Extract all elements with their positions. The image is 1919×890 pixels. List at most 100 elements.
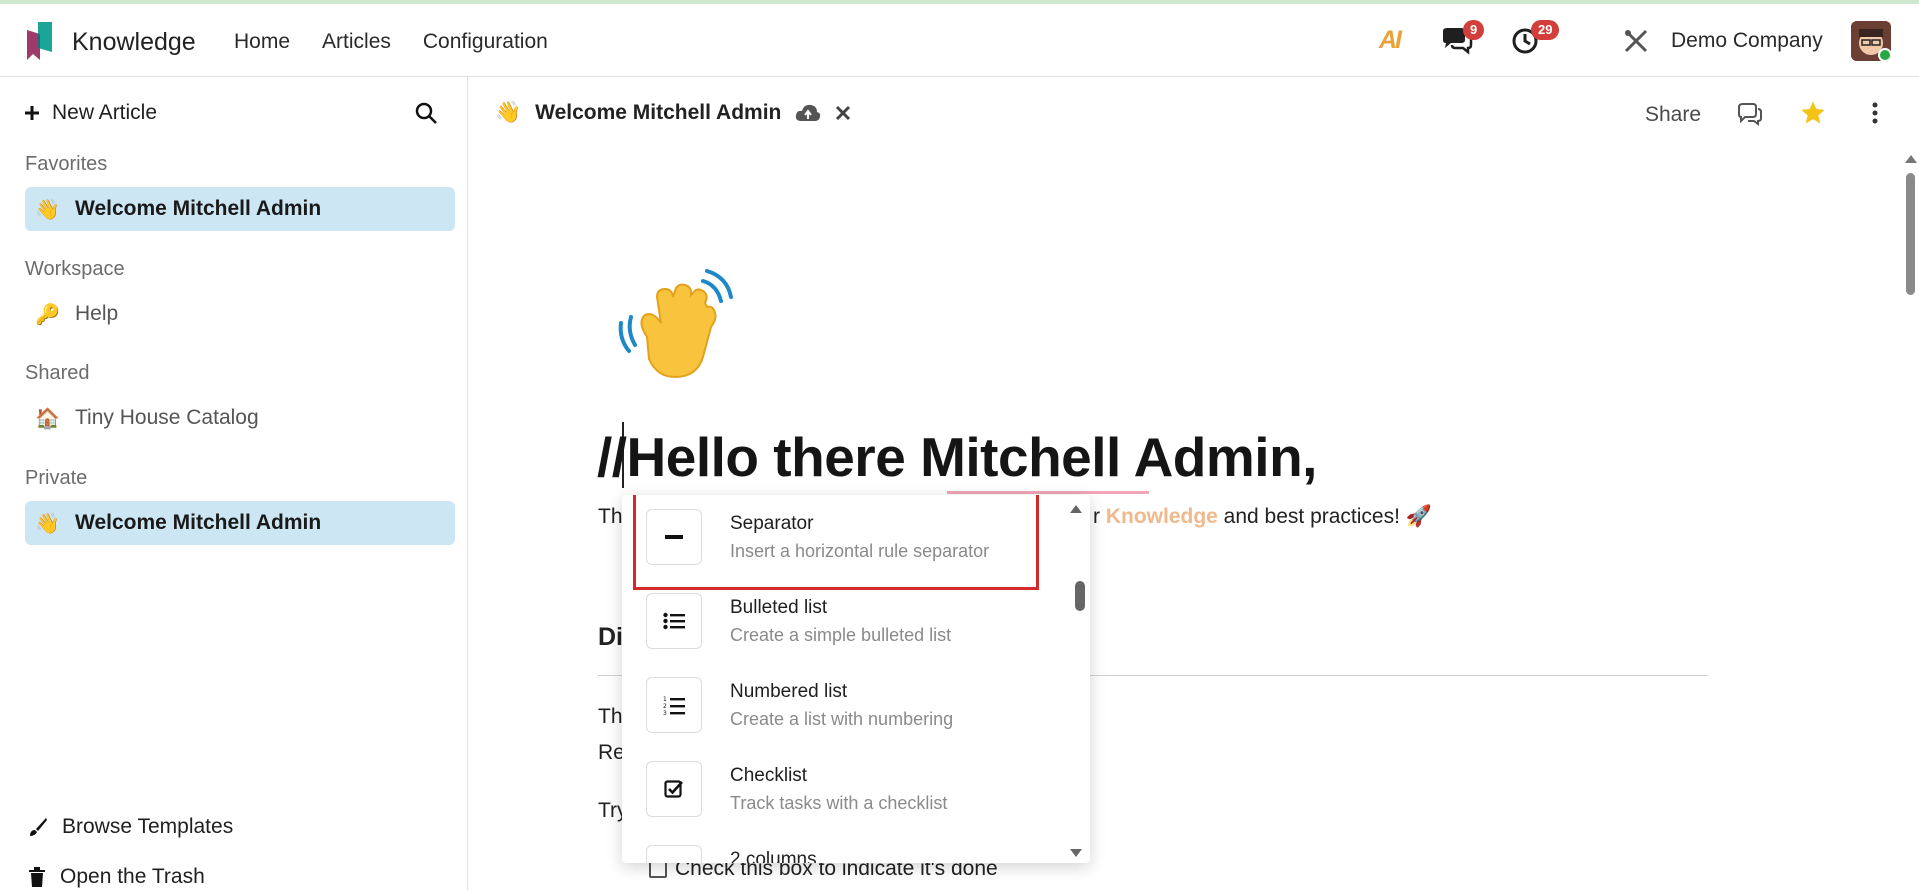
command-description: Insert a horizontal rule separator bbox=[730, 541, 990, 561]
cloud-upload-icon[interactable] bbox=[795, 103, 821, 123]
palette-scroll-down-arrow[interactable] bbox=[1070, 849, 1082, 857]
sidebar-item-tiny-house-catalog[interactable]: 🏠 Tiny House Catalog bbox=[25, 396, 455, 440]
sidebar-item-label: Welcome Mitchell Admin bbox=[75, 197, 322, 220]
palette-scrollbar-thumb[interactable] bbox=[1075, 581, 1085, 611]
user-avatar bbox=[1851, 20, 1891, 61]
command-bulleted-list[interactable]: Bulleted list Create a simple bulleted l… bbox=[646, 583, 1056, 667]
breadcrumb: 👋 Welcome Mitchell Admin bbox=[495, 101, 851, 125]
knowledge-logo-icon bbox=[27, 22, 52, 60]
breadcrumb-emoji-icon[interactable]: 👋 bbox=[495, 101, 521, 125]
separator-icon bbox=[646, 509, 702, 565]
activities-badge: 29 bbox=[1531, 20, 1560, 40]
top-navbar: Knowledge Home Articles Configuration AI… bbox=[0, 4, 1919, 77]
breadcrumb-title[interactable]: Welcome Mitchell Admin bbox=[535, 101, 781, 125]
sidebar-search-button[interactable] bbox=[414, 101, 438, 130]
open-trash-label: Open the Trash bbox=[60, 865, 205, 888]
kebab-menu-icon bbox=[1872, 102, 1878, 124]
command-description: Track tasks with a checklist bbox=[730, 793, 948, 813]
numbered-list-icon: 123 bbox=[646, 677, 702, 733]
section-favorites: Favorites bbox=[25, 153, 108, 175]
more-options-button[interactable] bbox=[1871, 101, 1879, 130]
messages-button[interactable]: 9 bbox=[1441, 4, 1485, 77]
intro-suffix: and best practices! 🚀 bbox=[1217, 505, 1432, 528]
share-button[interactable]: Share bbox=[1645, 103, 1701, 127]
debug-tools-button[interactable] bbox=[1623, 4, 1649, 77]
app-name: Knowledge bbox=[72, 27, 196, 56]
article-title[interactable]: //Hello there Mitchell Admin, bbox=[597, 425, 1317, 489]
plus-icon bbox=[25, 106, 39, 120]
columns-icon bbox=[646, 845, 702, 863]
company-name: Demo Company bbox=[1671, 28, 1823, 52]
article-cover-emoji-icon[interactable] bbox=[617, 267, 737, 392]
command-numbered-list[interactable]: 123 Numbered list Create a list with num… bbox=[646, 667, 1056, 751]
command-description: Create a list with numbering bbox=[730, 709, 954, 729]
scrollbar-up-arrow[interactable] bbox=[1905, 155, 1917, 163]
ai-icon: AI bbox=[1379, 26, 1402, 54]
favorite-star-button[interactable] bbox=[1799, 99, 1827, 132]
messages-badge: 9 bbox=[1463, 20, 1485, 40]
open-trash-button[interactable]: Open the Trash bbox=[28, 865, 205, 889]
star-icon bbox=[1801, 101, 1825, 124]
sidebar-item-label: Help bbox=[75, 302, 119, 325]
key-icon: 🔑 bbox=[35, 303, 60, 326]
main-menu: Home Articles Configuration bbox=[234, 30, 548, 54]
command-checklist[interactable]: Checklist Track tasks with a checklist bbox=[646, 751, 1056, 835]
comments-icon bbox=[1738, 103, 1762, 126]
comments-button[interactable] bbox=[1737, 103, 1763, 132]
waving-hand-icon: 👋 bbox=[35, 512, 60, 535]
command-title: Separator bbox=[730, 513, 814, 534]
spellcheck-underline bbox=[947, 491, 1149, 494]
new-article-button[interactable]: New Article bbox=[24, 101, 157, 125]
command-description: Create a simple bulleted list bbox=[730, 625, 952, 645]
section-workspace: Workspace bbox=[25, 258, 125, 280]
close-icon[interactable] bbox=[835, 105, 851, 121]
waving-hand-icon: 👋 bbox=[35, 198, 60, 221]
new-article-label: New Article bbox=[52, 101, 158, 124]
paragraph-fragment-2[interactable]: Re bbox=[598, 741, 625, 765]
online-status-dot bbox=[1878, 47, 1891, 61]
intro-text-start[interactable]: Th bbox=[598, 505, 623, 529]
svg-text:2: 2 bbox=[663, 703, 667, 710]
bulleted-list-icon bbox=[646, 593, 702, 649]
command-2-columns[interactable]: 2 columns bbox=[646, 835, 1056, 863]
section-heading-fragment[interactable]: Di bbox=[598, 623, 623, 652]
sidebar-item-label: Tiny House Catalog bbox=[75, 406, 259, 429]
section-private: Private bbox=[25, 467, 88, 489]
tools-icon bbox=[1624, 29, 1648, 52]
menu-articles[interactable]: Articles bbox=[322, 30, 391, 54]
intro-text-end[interactable]: r Knowledge and best practices! 🚀 bbox=[1093, 505, 1432, 529]
paintbrush-icon bbox=[30, 818, 47, 836]
app-brand[interactable]: Knowledge bbox=[24, 20, 196, 64]
checklist-icon bbox=[646, 761, 702, 817]
command-title: 2 columns bbox=[730, 849, 817, 863]
paragraph-fragment-1[interactable]: Th bbox=[598, 705, 623, 729]
menu-configuration[interactable]: Configuration bbox=[423, 30, 548, 54]
ai-button[interactable]: AI bbox=[1379, 4, 1402, 77]
command-title: Bulleted list bbox=[730, 597, 828, 618]
sidebar-item-help[interactable]: 🔑 Help bbox=[25, 292, 455, 336]
section-shared: Shared bbox=[25, 362, 90, 384]
intro-prefix: r bbox=[1093, 505, 1106, 528]
sidebar-item-favorite-welcome[interactable]: 👋 Welcome Mitchell Admin bbox=[25, 187, 455, 231]
command-title: Numbered list bbox=[730, 681, 848, 702]
user-menu[interactable] bbox=[1851, 4, 1891, 77]
scrollbar-thumb[interactable] bbox=[1906, 173, 1915, 295]
palette-scroll-up-arrow[interactable] bbox=[1070, 505, 1082, 513]
powerbox-command-menu: Separator Insert a horizontal rule separ… bbox=[622, 495, 1090, 863]
browse-templates-label: Browse Templates bbox=[62, 815, 234, 838]
waving-hand-large-icon bbox=[618, 269, 733, 379]
search-icon bbox=[415, 102, 437, 124]
company-switcher[interactable]: Demo Company bbox=[1671, 4, 1823, 77]
menu-home[interactable]: Home bbox=[234, 30, 290, 54]
activities-button[interactable]: 29 bbox=[1511, 4, 1560, 77]
trash-icon bbox=[29, 867, 45, 887]
sidebar-item-label: Welcome Mitchell Admin bbox=[75, 511, 322, 534]
svg-text:1: 1 bbox=[663, 696, 667, 703]
command-title: Checklist bbox=[730, 765, 808, 786]
command-separator[interactable]: Separator Insert a horizontal rule separ… bbox=[633, 495, 1039, 590]
browse-templates-button[interactable]: Browse Templates bbox=[28, 815, 233, 839]
knowledge-highlight: Knowledge bbox=[1105, 505, 1218, 528]
svg-text:3: 3 bbox=[663, 710, 667, 715]
house-icon: 🏠 bbox=[35, 407, 60, 430]
sidebar-item-private-welcome[interactable]: 👋 Welcome Mitchell Admin bbox=[25, 501, 455, 545]
